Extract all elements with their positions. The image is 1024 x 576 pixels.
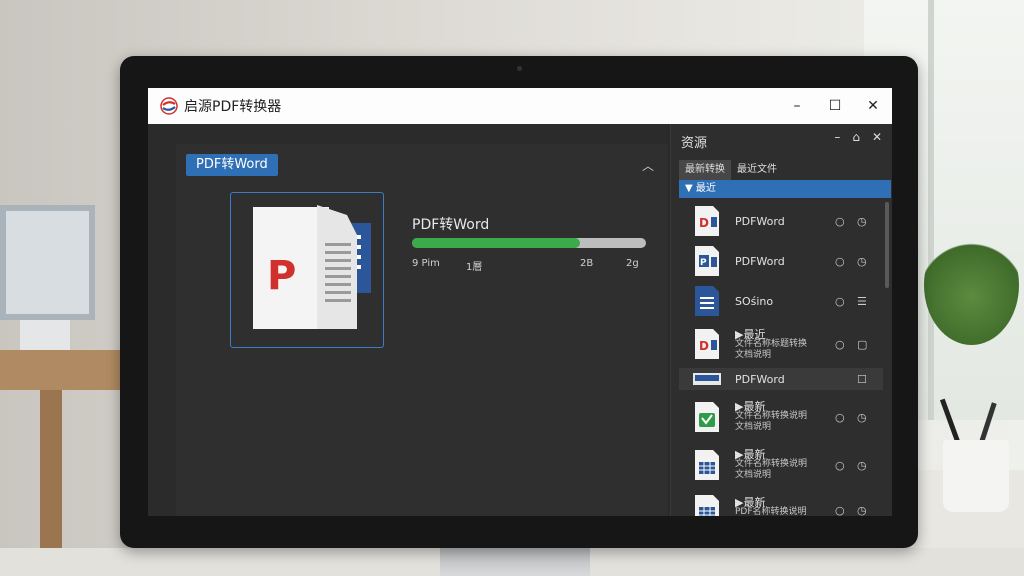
minimize-button[interactable]: – [778, 88, 816, 124]
list-item-subtitle: PDF名称转换说明 [735, 507, 807, 516]
item-action-icon[interactable]: ○ [835, 215, 845, 228]
panel-close-button[interactable]: ✕ [872, 130, 882, 144]
camera-dot [517, 66, 522, 71]
item-menu-icon[interactable]: ☰ [857, 295, 867, 308]
list-item[interactable]: D ▶最近 文件名称标题转换 文档说明 ○ ▢ [679, 322, 883, 366]
item-menu-icon[interactable]: ◷ [857, 504, 867, 517]
file-green-icon [693, 401, 721, 433]
svg-text:D: D [699, 339, 709, 353]
list-item-subtitle: 文件名称转换说明 文档说明 [735, 411, 808, 432]
resource-panel: 资源 – ⌂ ✕ 最新转换 最近文件 ▼ 最近 D PDFWord ○ ◷ P PDFWo… [670, 124, 892, 516]
background-plant [924, 225, 1019, 345]
progress-fill [412, 238, 581, 248]
file-pdf-icon: D [693, 328, 721, 360]
list-item[interactable]: D PDFWord ○ ◷ [679, 202, 883, 240]
file-pdf-icon: D [693, 205, 721, 237]
app-logo-icon [160, 97, 178, 115]
pdf-to-word-icon: P [253, 205, 371, 329]
svg-text:P: P [700, 258, 707, 268]
tab-recent-files[interactable]: 最近文件 [731, 160, 783, 180]
file-word-icon: P [693, 245, 721, 277]
list-item-title: SOśino [735, 294, 774, 308]
progress-bar [412, 238, 646, 248]
task-meta-size: 2B [580, 258, 594, 269]
item-action-icon[interactable]: ○ [835, 411, 845, 424]
monitor-neck [440, 546, 590, 576]
title-bar: 启源PDF转换器 – ☐ ✕ [148, 88, 892, 124]
list-item[interactable]: SOśino ○ ☰ [679, 282, 883, 320]
list-item[interactable]: PDFWord ☐ [679, 368, 883, 390]
list-item[interactable]: ▶最新 文件名称转换说明 文档说明 ○ ◷ [679, 442, 883, 488]
background-window-frame [928, 0, 934, 420]
item-action-icon[interactable]: ○ [835, 338, 845, 351]
task-meta-count: 1層 [466, 262, 483, 273]
background-pen-cup [943, 440, 1009, 512]
window-controls: – ☐ ✕ [778, 88, 892, 124]
list-item[interactable]: ▶最新 文件名称转换说明 文档说明 ○ ◷ [679, 394, 883, 440]
maximize-button[interactable]: ☐ [816, 88, 854, 124]
chevron-up-icon[interactable]: ︿ [642, 157, 654, 174]
panel-title: 资源 [681, 136, 708, 151]
list-item-subtitle: 文件名称标题转换 文档说明 [735, 339, 808, 360]
item-menu-icon[interactable]: ◷ [857, 411, 867, 424]
list-item-subtitle: 文件名称转换说明 文档说明 [735, 459, 808, 480]
item-menu-icon[interactable]: ☐ [857, 373, 867, 386]
file-thumbnail[interactable]: P [230, 192, 384, 348]
list-item-title: PDFWord [735, 254, 785, 268]
list-item-title: PDFWord [735, 372, 785, 386]
svg-text:D: D [699, 216, 709, 230]
home-icon[interactable]: ⌂ [852, 130, 860, 144]
list-item-title: PDFWord [735, 214, 785, 228]
panel-tabs: 最新转换 最近文件 [679, 160, 783, 180]
list-item[interactable]: ▶最新 PDF名称转换说明 ○ ◷ [679, 490, 883, 516]
screen: 启源PDF转换器 – ☐ ✕ PDF转Word ︿ P PDF转Word 9 P… [148, 88, 892, 516]
group-header[interactable]: ▼ 最近 [679, 180, 891, 198]
task-meta-extra: 2g [626, 258, 639, 269]
item-menu-icon[interactable]: ◷ [857, 459, 867, 472]
file-table-icon [693, 449, 721, 481]
svg-text:P: P [267, 253, 296, 299]
item-action-icon[interactable]: ○ [835, 459, 845, 472]
section-tag[interactable]: PDF转Word [186, 154, 278, 176]
main-panel: PDF转Word ︿ P PDF转Word 9 Pim 1層 2B 2g [148, 124, 668, 516]
file-doc-icon [693, 285, 721, 317]
task-file-name: PDF转Word [412, 217, 490, 233]
panel-minimize-button[interactable]: – [834, 130, 840, 144]
background-monitor [0, 205, 95, 320]
monitor: 启源PDF转换器 – ☐ ✕ PDF转Word ︿ P PDF转Word 9 P… [120, 56, 918, 548]
close-button[interactable]: ✕ [854, 88, 892, 124]
app-title: 启源PDF转换器 [184, 99, 282, 115]
item-action-icon[interactable]: ○ [835, 504, 845, 517]
item-action-icon[interactable]: ○ [835, 295, 845, 308]
item-menu-icon[interactable]: ◷ [857, 255, 867, 268]
tab-recent-conversions[interactable]: 最新转换 [679, 160, 731, 180]
scrollbar[interactable] [885, 202, 889, 288]
task-meta-pages: 9 Pim [412, 258, 440, 269]
panel-controls: – ⌂ ✕ [834, 130, 882, 144]
list-item[interactable]: P PDFWord ○ ◷ [679, 242, 883, 280]
item-menu-icon[interactable]: ◷ [857, 215, 867, 228]
item-menu-icon[interactable]: ▢ [857, 338, 867, 351]
item-action-icon[interactable]: ○ [835, 255, 845, 268]
file-table-icon [693, 494, 721, 516]
